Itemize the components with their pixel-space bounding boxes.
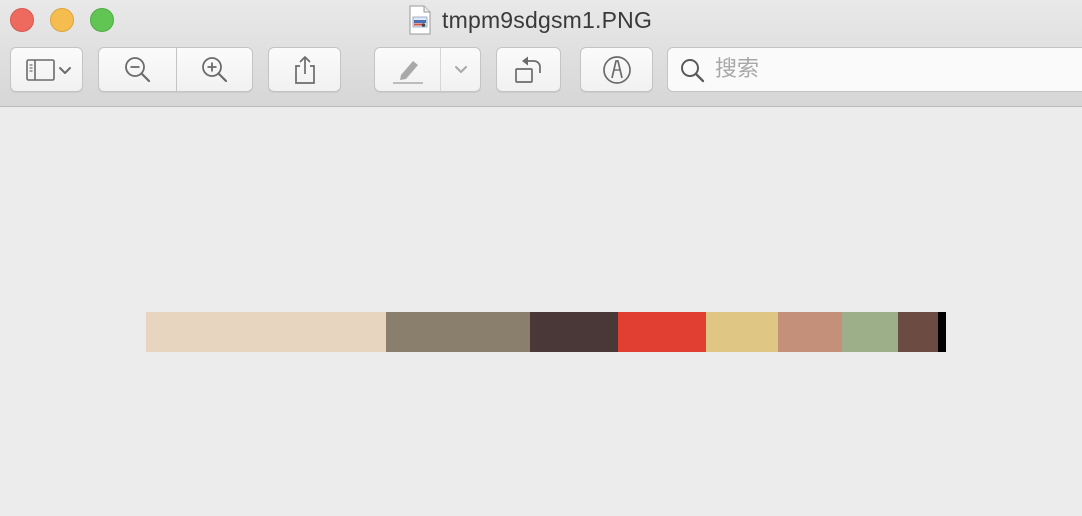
minimize-button[interactable] <box>50 8 74 32</box>
pen-circle-icon <box>602 55 631 84</box>
chevron-down-icon <box>454 65 467 73</box>
search-field[interactable] <box>667 47 1082 92</box>
search-input[interactable] <box>713 56 1057 83</box>
palette-swatch <box>938 312 946 352</box>
palette-swatch <box>618 312 706 352</box>
highlighter-button[interactable] <box>374 47 481 92</box>
palette-swatch <box>706 312 778 352</box>
zoom-out-icon <box>124 56 150 82</box>
palette-swatch <box>842 312 898 352</box>
image-canvas <box>0 107 1082 516</box>
share-icon <box>294 55 315 84</box>
window-title-text: tmpm9sdgsm1.PNG <box>442 6 653 33</box>
palette-swatch <box>778 312 842 352</box>
window-title: tmpm9sdgsm1.PNG <box>408 5 652 35</box>
sidebar-icon <box>25 58 71 81</box>
palette-swatch <box>898 312 938 352</box>
title-bar: tmpm9sdgsm1.PNG <box>0 0 1082 107</box>
maximize-button[interactable] <box>90 8 114 32</box>
highlighter-menu[interactable] <box>441 48 480 91</box>
highlighter-icon <box>392 60 423 84</box>
share-button[interactable] <box>268 47 341 92</box>
sidebar-toggle-button[interactable] <box>10 47 83 92</box>
rotate-button[interactable] <box>496 47 561 92</box>
palette-swatch <box>386 312 530 352</box>
highlighter-main[interactable] <box>375 48 442 91</box>
rotate-left-icon <box>514 56 541 83</box>
palette-swatch <box>146 312 386 352</box>
zoom-in-icon <box>201 56 227 82</box>
preview-window: tmpm9sdgsm1.PNG <box>0 0 1082 516</box>
zoom-in-button[interactable] <box>177 47 253 92</box>
palette-swatch <box>530 312 618 352</box>
zoom-out-button[interactable] <box>98 47 177 92</box>
close-button[interactable] <box>10 8 34 32</box>
chevron-down-icon <box>58 66 71 74</box>
markup-toolbar-button[interactable] <box>580 47 653 92</box>
search-icon <box>681 58 705 82</box>
color-palette-image <box>146 312 946 352</box>
png-file-icon[interactable] <box>408 5 432 35</box>
